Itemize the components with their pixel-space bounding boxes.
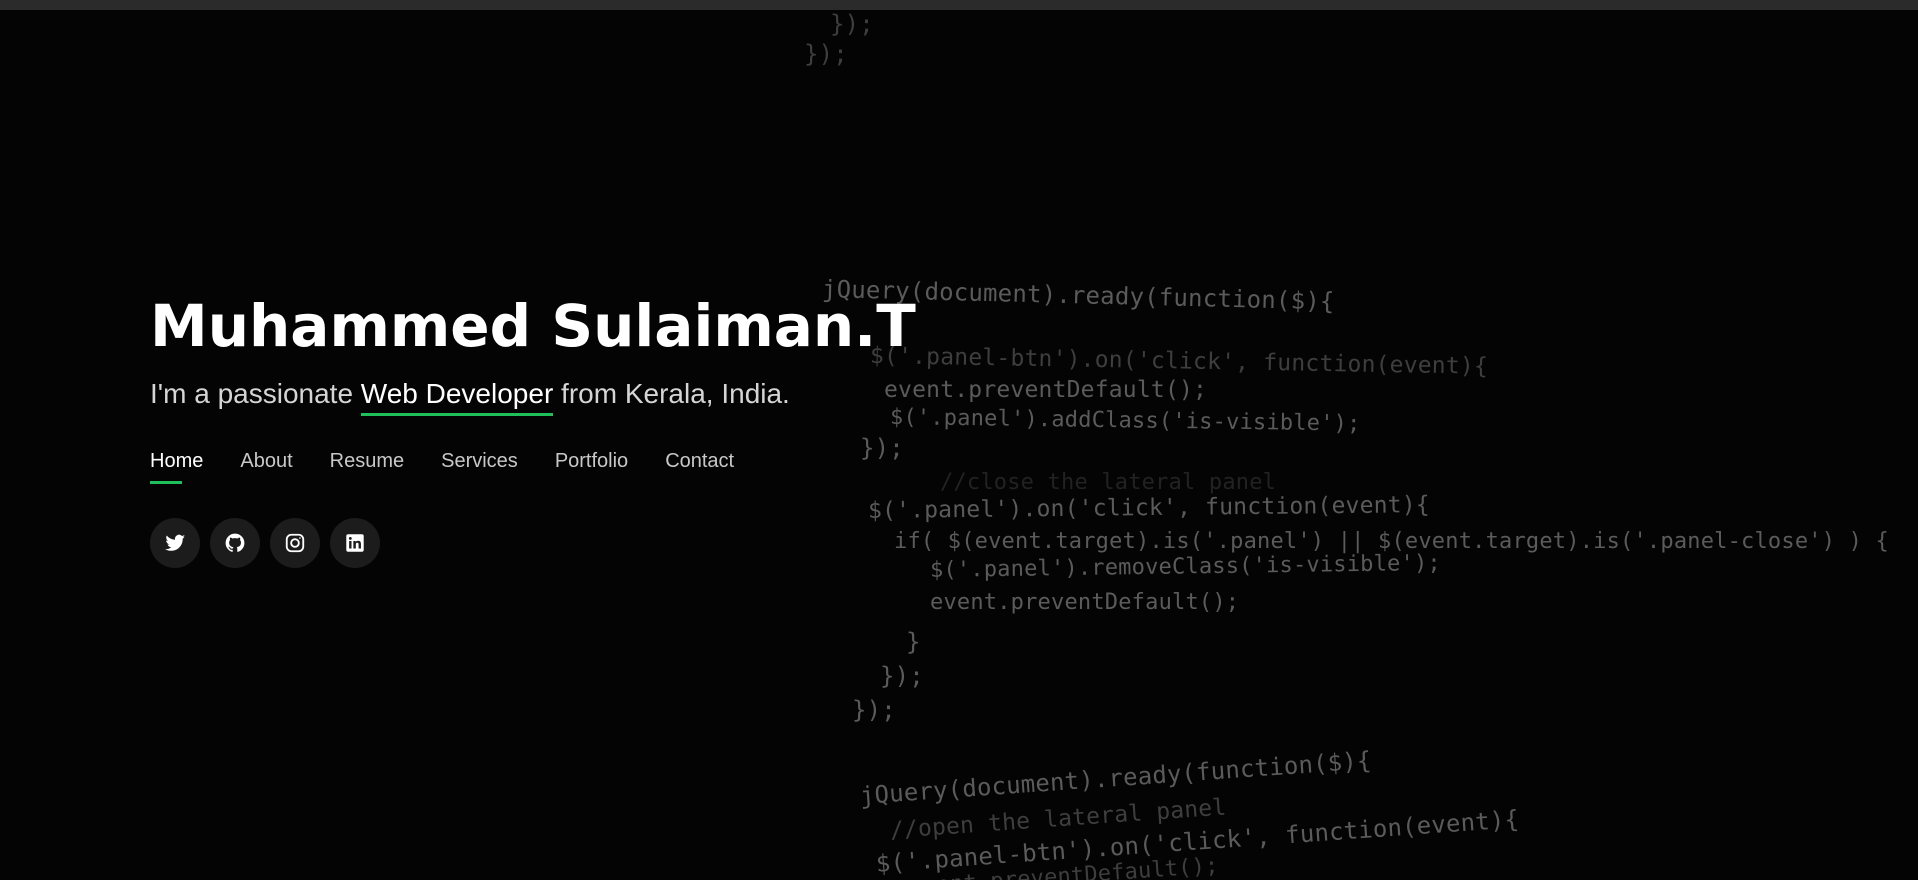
code-line: event.preventDefault(); <box>930 590 1240 615</box>
twitter-button[interactable] <box>150 518 200 568</box>
github-button[interactable] <box>210 518 260 568</box>
code-line: } <box>906 628 921 656</box>
tagline-suffix: from Kerala, India. <box>553 378 790 409</box>
main-nav: Home About Resume Services Portfolio Con… <box>150 448 950 484</box>
nav-item-resume[interactable]: Resume <box>330 448 404 480</box>
code-line: event.preventDefault(); <box>909 853 1220 880</box>
portfolio-page: }); }); jQuery(document).ready(function(… <box>0 0 1918 880</box>
nav-item-home[interactable]: Home <box>150 448 203 484</box>
code-line: }); <box>852 696 896 724</box>
code-line: //close the lateral panel <box>940 470 1277 495</box>
twitter-icon <box>164 532 186 554</box>
code-line: }); <box>804 40 848 68</box>
hero-tagline: I'm a passionate Web Developer from Kera… <box>150 374 950 416</box>
social-links <box>150 518 950 568</box>
nav-item-contact[interactable]: Contact <box>665 448 734 480</box>
nav-item-about[interactable]: About <box>240 448 292 480</box>
tagline-role: Web Developer <box>360 378 554 416</box>
nav-item-services[interactable]: Services <box>441 448 518 480</box>
code-line: jQuery(document).ready(function($){ <box>859 746 1373 810</box>
code-line: }); <box>830 10 874 38</box>
nav-item-portfolio[interactable]: Portfolio <box>555 448 628 480</box>
github-icon <box>224 532 246 554</box>
code-line: $('.panel').on('click', function(event){ <box>867 492 1430 524</box>
tagline-prefix: I'm a passionate <box>150 378 361 409</box>
code-line: if( $(event.target).is('.panel') || $(ev… <box>894 529 1889 554</box>
linkedin-icon <box>344 532 366 554</box>
instagram-button[interactable] <box>270 518 320 568</box>
instagram-icon <box>284 532 306 554</box>
linkedin-button[interactable] <box>330 518 380 568</box>
code-line: $('.panel').removeClass('is-visible'); <box>929 550 1442 583</box>
hero-section: Muhammed Sulaiman.T I'm a passionate Web… <box>150 290 950 568</box>
background-code-image: }); }); jQuery(document).ready(function(… <box>790 0 1918 880</box>
code-line: }); <box>880 662 924 690</box>
top-strip <box>0 0 1918 10</box>
code-line: $('.panel-btn').on('click', function(eve… <box>875 805 1520 878</box>
code-line: //open the lateral panel <box>889 794 1228 844</box>
code-line: $('.panel-btn').on('click', function(eve… <box>869 343 1489 380</box>
hero-name: Muhammed Sulaiman.T <box>150 292 916 360</box>
code-line: $('.panel').addClass('is-visible'); <box>889 405 1361 437</box>
